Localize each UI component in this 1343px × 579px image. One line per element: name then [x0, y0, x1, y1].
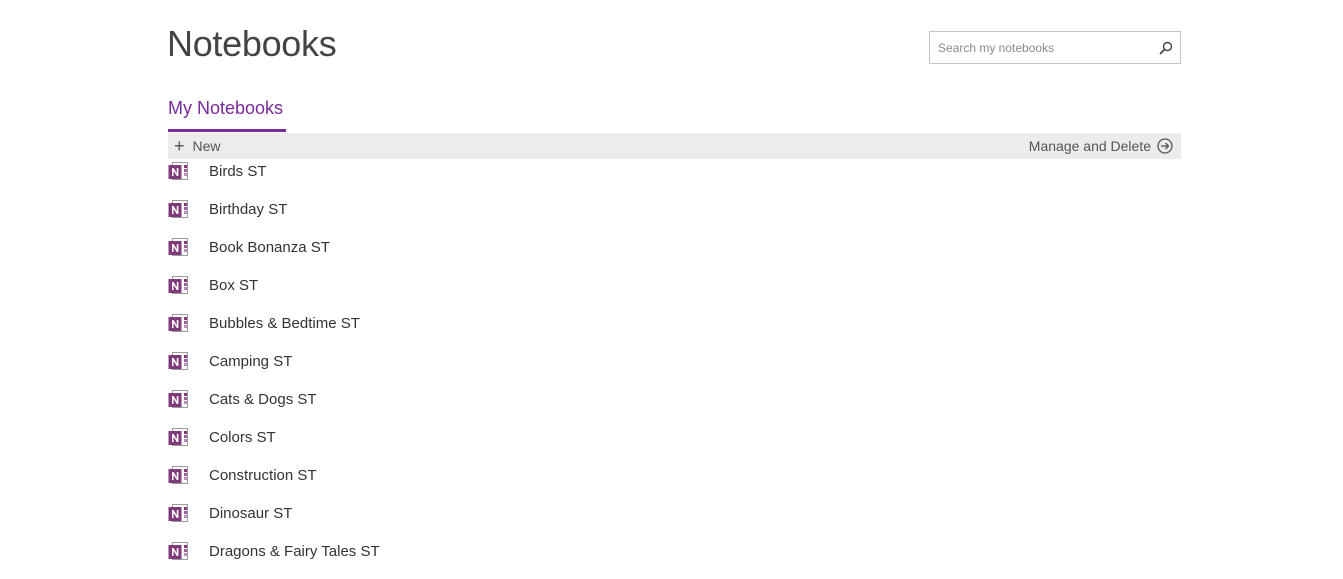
notebook-name: Box ST	[209, 277, 259, 294]
page-title: Notebooks	[167, 23, 337, 64]
onenote-notebook-icon	[168, 276, 188, 294]
plus-icon: +	[174, 136, 185, 156]
onenote-notebook-icon	[168, 162, 188, 180]
notebook-item[interactable]: Book Bonanza ST	[168, 237, 1181, 275]
notebooks-toolbar: + New Manage and Delete	[168, 133, 1181, 159]
notebook-name: Birds ST	[209, 163, 267, 180]
arrow-right-circle-icon	[1157, 138, 1173, 154]
notebook-name: Dinosaur ST	[209, 505, 293, 522]
notebook-item[interactable]: Box ST	[168, 275, 1181, 313]
notebook-item[interactable]: Construction ST	[168, 465, 1181, 503]
onenote-notebook-icon	[168, 200, 188, 218]
notebook-name: Dragons & Fairy Tales ST	[209, 543, 380, 560]
notebook-item[interactable]: Bubbles & Bedtime ST	[168, 313, 1181, 351]
onenote-notebook-icon	[168, 466, 188, 484]
notebook-item[interactable]: Camping ST	[168, 351, 1181, 389]
onenote-notebook-icon	[168, 428, 188, 446]
search-icon[interactable]	[1158, 40, 1174, 56]
manage-and-delete-button[interactable]: Manage and Delete	[1029, 133, 1173, 159]
search-input[interactable]	[930, 32, 1158, 63]
onenote-notebook-icon	[168, 352, 188, 370]
notebook-name: Colors ST	[209, 429, 276, 446]
notebook-item[interactable]: Dinosaur ST	[168, 503, 1181, 541]
tab-active-indicator	[168, 129, 286, 132]
notebook-name: Birthday ST	[209, 201, 288, 218]
notebook-name: Book Bonanza ST	[209, 239, 330, 256]
notebooks-page: Notebooks My Notebooks + New Manage and …	[0, 0, 1343, 579]
manage-button-label: Manage and Delete	[1028, 138, 1151, 154]
notebook-name: Cats & Dogs ST	[209, 391, 317, 408]
notebook-item[interactable]: Colors ST	[168, 427, 1181, 465]
notebook-item[interactable]: Birthday ST	[168, 199, 1181, 237]
onenote-notebook-icon	[168, 542, 188, 560]
notebook-item[interactable]: Birds ST	[168, 161, 1181, 199]
notebook-name: Camping ST	[209, 353, 293, 370]
notebook-item[interactable]: Dragons & Fairy Tales ST	[168, 541, 1181, 579]
notebook-list: Birds ST Birthday ST Book Bonanza ST Box…	[168, 161, 1181, 579]
notebook-name: Construction ST	[209, 467, 317, 484]
onenote-notebook-icon	[168, 314, 188, 332]
notebook-name: Bubbles & Bedtime ST	[209, 315, 360, 332]
onenote-notebook-icon	[168, 390, 188, 408]
onenote-notebook-icon	[168, 238, 188, 256]
onenote-notebook-icon	[168, 504, 188, 522]
tab-my-notebooks[interactable]: My Notebooks	[168, 96, 283, 120]
notebook-item[interactable]: Cats & Dogs ST	[168, 389, 1181, 427]
new-notebook-button[interactable]: + New	[174, 133, 221, 159]
new-button-label: New	[192, 138, 221, 154]
search-box	[929, 31, 1181, 64]
